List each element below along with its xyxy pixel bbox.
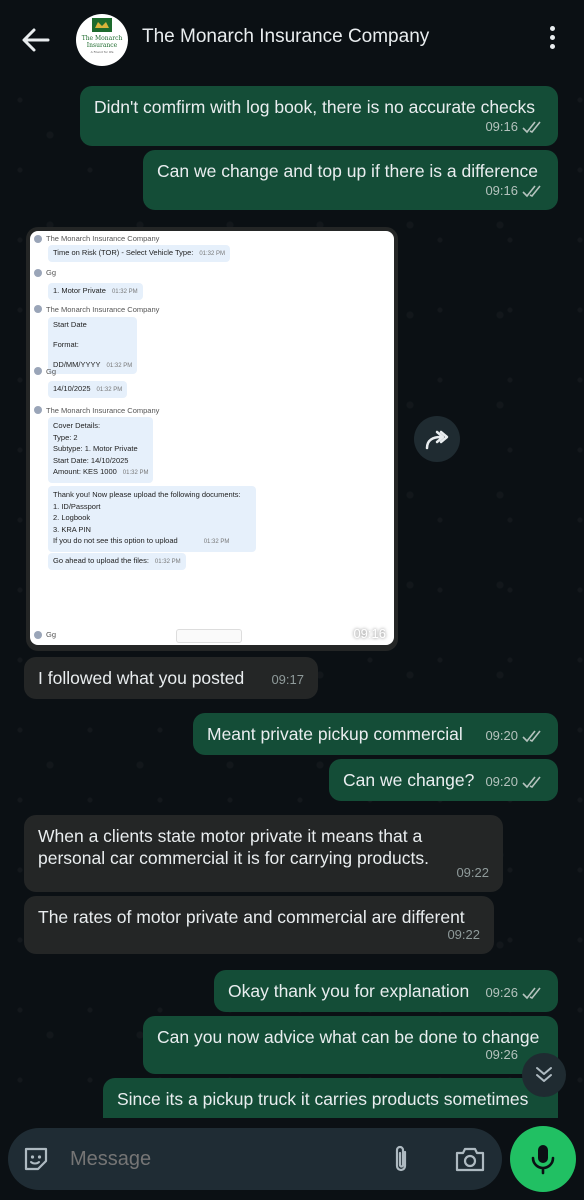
sticker-icon[interactable] bbox=[22, 1145, 50, 1173]
message-incoming[interactable]: When a clients state motor private it me… bbox=[24, 815, 503, 892]
shot-bubble: 1. Motor Private 01:32 PM bbox=[48, 283, 143, 300]
shot-toolbar bbox=[176, 629, 242, 643]
contact-name[interactable]: The Monarch Insurance Company bbox=[142, 26, 429, 48]
message-time: 09:26 bbox=[485, 985, 518, 1000]
message-time: 09:20 bbox=[485, 774, 518, 789]
message-time: 09:20 bbox=[485, 728, 518, 743]
shot-text: Go ahead to upload the files: bbox=[53, 556, 149, 565]
message-outgoing[interactable]: Can we change and top up if there is a d… bbox=[143, 150, 558, 210]
shot-bubble: Time on Risk (TOR) - Select Vehicle Type… bbox=[48, 245, 231, 262]
message-time: 09:16 bbox=[485, 119, 518, 134]
message-text: I followed what you posted bbox=[38, 668, 245, 688]
shot-text: Start Date: 14/10/2025 bbox=[53, 455, 129, 465]
bot-icon bbox=[34, 406, 42, 414]
shot-text: Time on Risk (TOR) - Select Vehicle Type… bbox=[53, 248, 194, 257]
double-check-icon bbox=[522, 121, 541, 134]
shot-time: 01:32 PM bbox=[111, 289, 138, 295]
message-time: 09:26 bbox=[485, 1047, 518, 1062]
message-time: 09:16 bbox=[353, 626, 386, 641]
svg-text:Insurance: Insurance bbox=[87, 42, 118, 49]
forward-icon bbox=[425, 430, 449, 450]
shot-time: 01:32 PM bbox=[154, 559, 181, 565]
shot-sender: Gg bbox=[46, 367, 57, 376]
mic-icon bbox=[531, 1145, 555, 1175]
message-incoming[interactable]: The rates of motor private and commercia… bbox=[24, 896, 494, 954]
message-time: 09:17 bbox=[271, 672, 304, 687]
message-outgoing[interactable]: Can you now advice what can be done to c… bbox=[143, 1016, 558, 1074]
shot-time: 01:32 PM bbox=[106, 363, 133, 369]
shot-text: 2. Logbook bbox=[53, 513, 91, 522]
shot-sender: The Monarch Insurance Company bbox=[46, 305, 160, 314]
double-check-icon bbox=[522, 185, 541, 198]
shot-bubble: 14/10/2025 01:32 PM bbox=[48, 381, 128, 398]
message-time: 09:16 bbox=[485, 183, 518, 198]
attach-icon[interactable] bbox=[390, 1144, 412, 1174]
chat-header: The Monarch Insurance A Friend for life … bbox=[0, 0, 584, 80]
shot-time: 01:32 PM bbox=[203, 539, 230, 545]
shot-time: 01:32 PM bbox=[122, 470, 149, 476]
double-check-icon bbox=[522, 730, 541, 743]
shot-text: Type: 2 bbox=[53, 432, 78, 442]
double-check-icon bbox=[522, 776, 541, 789]
forward-button[interactable] bbox=[414, 416, 460, 462]
shot-text: 14/10/2025 bbox=[53, 384, 91, 393]
shot-sender: The Monarch Insurance Company bbox=[46, 234, 160, 243]
shot-text: 1. ID/Passport bbox=[53, 501, 101, 511]
image-message[interactable]: The Monarch Insurance Company Time on Ri… bbox=[26, 227, 398, 651]
monarch-logo-icon: The Monarch Insurance A Friend for life bbox=[82, 18, 123, 54]
contact-avatar[interactable]: The Monarch Insurance A Friend for life bbox=[76, 14, 128, 66]
message-outgoing[interactable]: Didn't comfirm with log book, there is n… bbox=[80, 86, 558, 146]
message-text: Didn't comfirm with log book, there is n… bbox=[94, 97, 536, 117]
message-text: When a clients state motor private it me… bbox=[38, 826, 429, 868]
voice-message-button[interactable] bbox=[510, 1126, 576, 1192]
message-time: 09:22 bbox=[447, 927, 480, 942]
user-icon bbox=[34, 269, 42, 277]
message-outgoing[interactable]: Meant private pickup commercial 09:20 bbox=[193, 713, 558, 755]
shot-bubble: Thank you! Now please upload the followi… bbox=[48, 486, 256, 552]
shot-bubble: Cover Details: Type: 2 Subtype: 1. Motor… bbox=[48, 417, 154, 483]
shot-text: 1. Motor Private bbox=[53, 286, 106, 295]
shot-text: If you do not see this option to upload bbox=[53, 536, 178, 545]
scroll-down-icon bbox=[536, 1067, 552, 1082]
shot-text: Amount: KES 1000 bbox=[53, 467, 117, 476]
bot-icon bbox=[34, 305, 42, 313]
shot-text: DD/MM/YYYY bbox=[53, 360, 101, 369]
message-composer bbox=[8, 1128, 502, 1190]
message-incoming[interactable]: I followed what you posted 09:17 bbox=[24, 657, 318, 699]
shot-bubble: Go ahead to upload the files: 01:32 PM bbox=[48, 553, 186, 570]
back-arrow-icon[interactable] bbox=[20, 26, 50, 54]
message-outgoing[interactable]: Okay thank you for explanation 09:26 bbox=[214, 970, 558, 1012]
shot-text: 3. KRA PIN bbox=[53, 524, 91, 534]
svg-text:The Monarch: The Monarch bbox=[82, 35, 123, 42]
message-text: Since its a pickup truck it carries prod… bbox=[117, 1089, 529, 1109]
shot-text: Cover Details: bbox=[53, 421, 101, 430]
shot-time: 01:32 PM bbox=[96, 387, 123, 393]
shot-text: Format: bbox=[53, 340, 79, 349]
message-text: The rates of motor private and commercia… bbox=[38, 907, 465, 927]
message-outgoing[interactable]: Can we change? 09:20 bbox=[329, 759, 558, 801]
shot-sender: Gg bbox=[46, 268, 57, 277]
camera-icon[interactable] bbox=[454, 1145, 486, 1173]
shot-time: 01:32 PM bbox=[199, 251, 226, 257]
user-icon bbox=[34, 631, 42, 639]
more-options-icon[interactable] bbox=[544, 26, 560, 54]
double-check-icon bbox=[522, 987, 541, 1000]
shot-bubble: Start Date Format: DD/MM/YYYY 01:32 PM bbox=[48, 317, 138, 374]
svg-text:A Friend for life: A Friend for life bbox=[91, 50, 114, 54]
shot-sender: The Monarch Insurance Company bbox=[46, 406, 160, 415]
shot-sender: Gg bbox=[46, 630, 57, 639]
shot-text: Start Date bbox=[53, 320, 87, 329]
shared-screenshot[interactable]: The Monarch Insurance Company Time on Ri… bbox=[30, 231, 394, 645]
scroll-to-bottom-button[interactable] bbox=[522, 1053, 566, 1097]
message-input[interactable] bbox=[68, 1147, 372, 1172]
user-icon bbox=[34, 367, 42, 375]
message-time: 09:22 bbox=[456, 865, 489, 880]
bot-icon bbox=[34, 235, 42, 243]
shot-text: Thank you! Now please upload the followi… bbox=[53, 490, 241, 499]
message-text: Can we change and top up if there is a d… bbox=[157, 161, 539, 181]
shot-text: Subtype: 1. Motor Private bbox=[53, 444, 138, 453]
